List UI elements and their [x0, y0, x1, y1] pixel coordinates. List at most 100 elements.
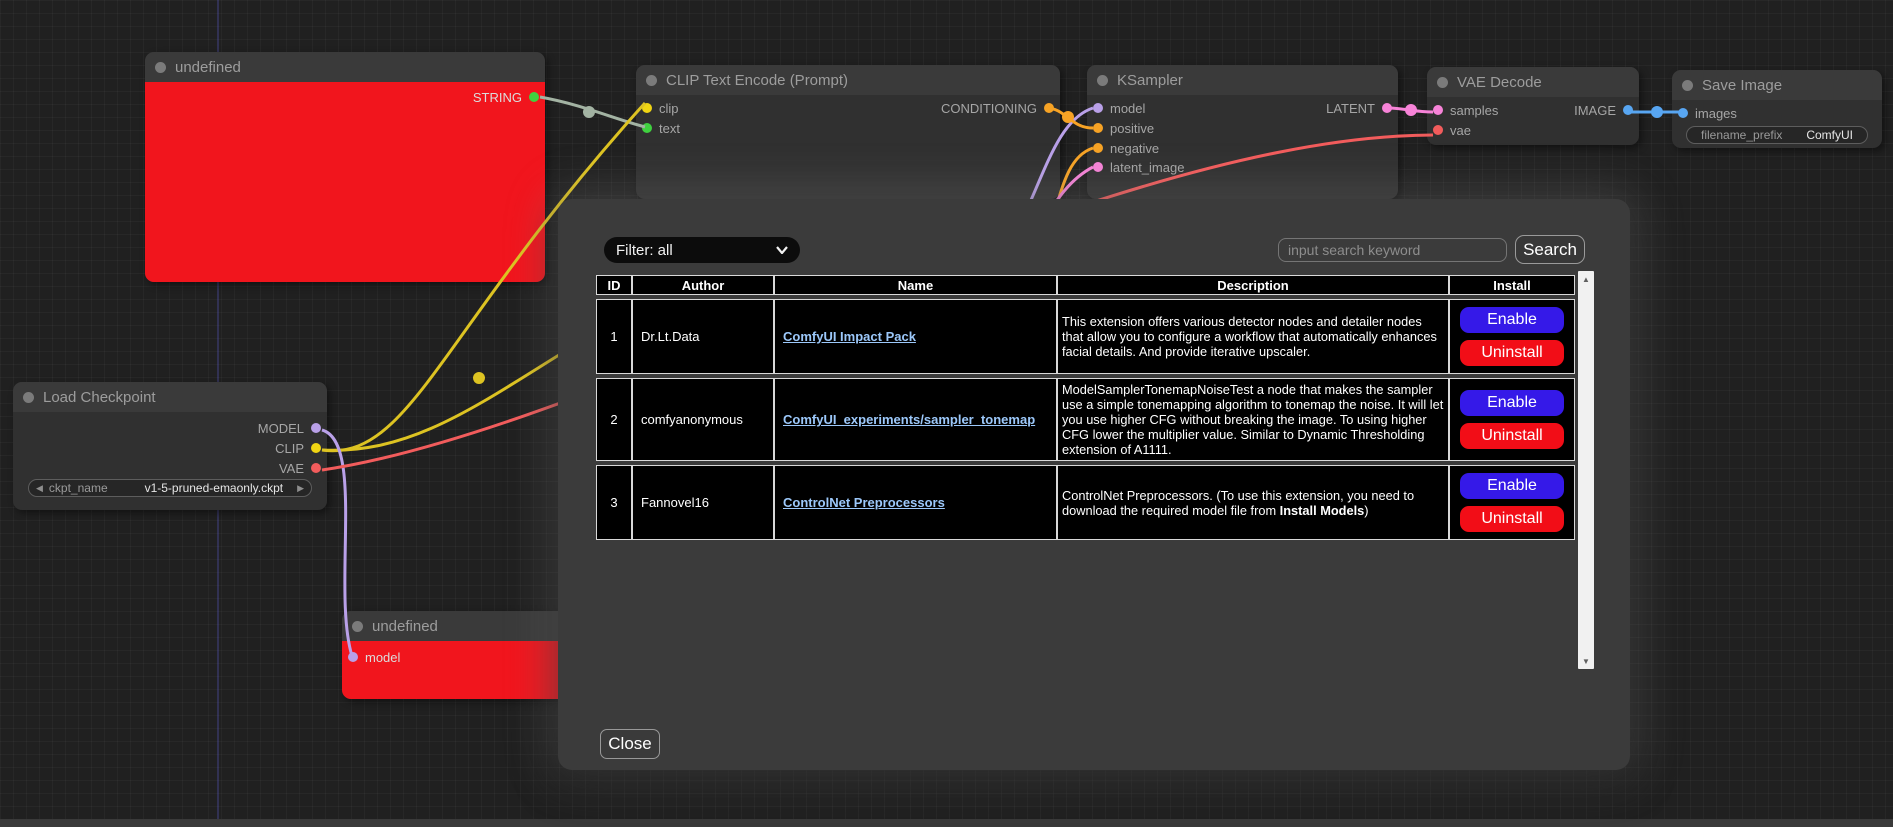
input-label: images [1695, 106, 1737, 121]
uninstall-button[interactable]: Uninstall [1460, 340, 1564, 366]
col-header-author: Author [632, 275, 774, 295]
table-row: 3 Fannovel16 ControlNet Preprocessors Co… [596, 465, 1575, 540]
collapse-dot-icon[interactable] [352, 621, 363, 632]
input-port-text[interactable] [642, 123, 652, 133]
node-save-image[interactable]: Save Image images filename_prefix ComfyU… [1672, 70, 1882, 148]
node-title: Save Image [1702, 77, 1782, 94]
input-port-latent-image[interactable] [1093, 162, 1103, 172]
enable-button[interactable]: Enable [1460, 307, 1564, 333]
ckpt-name-widget[interactable]: ◀ ckpt_name v1-5-pruned-emaonly.ckpt ▶ [28, 479, 312, 497]
node-title-bar[interactable]: VAE Decode [1427, 67, 1639, 97]
increment-arrow-icon[interactable]: ▶ [297, 484, 304, 493]
node-body-error: STRING [145, 82, 545, 282]
collapse-dot-icon[interactable] [1097, 75, 1108, 86]
filename-prefix-widget[interactable]: filename_prefix ComfyUI [1686, 126, 1868, 144]
output-label: VAE [279, 461, 304, 476]
input-port-images[interactable] [1678, 108, 1688, 118]
canvas-bottom-strip [0, 819, 1893, 827]
output-port-string[interactable] [529, 92, 539, 102]
cell-id: 3 [596, 465, 632, 540]
description-tail: ) [1364, 503, 1368, 518]
input-port-model[interactable] [348, 652, 358, 662]
input-port-vae[interactable] [1433, 125, 1443, 135]
node-title-bar[interactable]: Save Image [1672, 70, 1882, 100]
scroll-up-icon[interactable]: ▲ [1578, 272, 1594, 286]
table-row: 2 comfyanonymous ComfyUI_experiments/sam… [596, 378, 1575, 461]
widget-value: v1-5-pruned-emaonly.ckpt [145, 481, 284, 495]
node-title: Load Checkpoint [43, 389, 156, 406]
description-text: ModelSamplerTonemapNoiseTest a node that… [1062, 382, 1443, 457]
node-load-checkpoint[interactable]: Load Checkpoint MODEL CLIP VAE ◀ ckpt_na… [13, 382, 327, 510]
cell-author: Fannovel16 [632, 465, 774, 540]
node-body: MODEL CLIP VAE ◀ ckpt_name v1-5-pruned-e… [13, 412, 327, 510]
collapse-dot-icon[interactable] [155, 62, 166, 73]
input-port-clip[interactable] [642, 103, 652, 113]
cell-id: 1 [596, 299, 632, 374]
close-button[interactable]: Close [600, 729, 660, 759]
collapse-dot-icon[interactable] [1682, 80, 1693, 91]
node-title: KSampler [1117, 72, 1183, 89]
col-header-install: Install [1449, 275, 1575, 295]
collapse-dot-icon[interactable] [646, 75, 657, 86]
input-port-samples[interactable] [1433, 105, 1443, 115]
node-undefined-top[interactable]: undefined STRING [145, 52, 545, 282]
widget-value: ComfyUI [1806, 128, 1853, 142]
extension-link[interactable]: ControlNet Preprocessors [783, 495, 945, 510]
col-header-description: Description [1057, 275, 1449, 295]
collapse-dot-icon[interactable] [23, 392, 34, 403]
filter-select[interactable]: Filter: all [604, 237, 800, 263]
input-label: vae [1450, 123, 1471, 138]
wire-dot [473, 372, 485, 384]
input-label: samples [1450, 103, 1498, 118]
output-port-image[interactable] [1623, 105, 1633, 115]
enable-button[interactable]: Enable [1460, 473, 1564, 499]
node-ksampler[interactable]: KSampler model positive negative latent_… [1087, 65, 1398, 199]
input-label: positive [1110, 121, 1154, 136]
node-vae-decode[interactable]: VAE Decode samples vae IMAGE [1427, 67, 1639, 145]
output-label: LATENT [1326, 101, 1375, 116]
input-label: clip [659, 101, 679, 116]
node-title-bar[interactable]: Load Checkpoint [13, 382, 327, 412]
extension-link[interactable]: ComfyUI_experiments/sampler_tonemap [783, 412, 1035, 427]
uninstall-button[interactable]: Uninstall [1460, 506, 1564, 532]
wire-dot [583, 106, 595, 118]
cell-install: Enable Uninstall [1449, 465, 1575, 540]
search-input[interactable] [1278, 238, 1507, 262]
collapse-dot-icon[interactable] [1437, 77, 1448, 88]
node-title-bar[interactable]: CLIP Text Encode (Prompt) [636, 65, 1060, 95]
extension-link[interactable]: ComfyUI Impact Pack [783, 329, 916, 344]
output-port-vae[interactable] [311, 463, 321, 473]
node-clip-text-encode[interactable]: CLIP Text Encode (Prompt) clip text COND… [636, 65, 1060, 199]
extensions-table: ID Author Name Description Install 1 Dr.… [596, 271, 1575, 544]
uninstall-button[interactable]: Uninstall [1460, 423, 1564, 449]
input-port-positive[interactable] [1093, 123, 1103, 133]
output-port-clip[interactable] [311, 443, 321, 453]
wire-dot [1062, 111, 1074, 123]
table-scrollbar[interactable]: ▲ ▼ [1578, 271, 1594, 669]
node-title-bar[interactable]: undefined [145, 52, 545, 82]
widget-label: filename_prefix [1701, 128, 1782, 142]
node-title-bar[interactable]: KSampler [1087, 65, 1398, 95]
node-title: VAE Decode [1457, 74, 1542, 91]
output-port-model[interactable] [311, 423, 321, 433]
enable-button[interactable]: Enable [1460, 390, 1564, 416]
decrement-arrow-icon[interactable]: ◀ [36, 484, 43, 493]
search-button[interactable]: Search [1515, 235, 1585, 264]
node-title: CLIP Text Encode (Prompt) [666, 72, 848, 89]
cell-description: This extension offers various detector n… [1057, 299, 1449, 374]
col-header-id: ID [596, 275, 632, 295]
scroll-down-icon[interactable]: ▼ [1578, 654, 1594, 668]
output-port-latent[interactable] [1382, 103, 1392, 113]
input-label: model [1110, 101, 1145, 116]
input-port-model[interactable] [1093, 103, 1103, 113]
input-port-negative[interactable] [1093, 143, 1103, 153]
wire-dot [1651, 106, 1663, 118]
custom-nodes-manager-dialog: Filter: all Search ID Author Name Descri… [558, 199, 1630, 770]
col-header-name: Name [774, 275, 1057, 295]
comfyui-canvas[interactable]: undefined STRING CLIP Text Encode (Promp… [0, 0, 1893, 827]
output-port-conditioning[interactable] [1044, 103, 1054, 113]
cell-author: Dr.Lt.Data [632, 299, 774, 374]
cell-install: Enable Uninstall [1449, 378, 1575, 461]
cell-author: comfyanonymous [632, 378, 774, 461]
node-body: images filename_prefix ComfyUI [1672, 100, 1882, 148]
